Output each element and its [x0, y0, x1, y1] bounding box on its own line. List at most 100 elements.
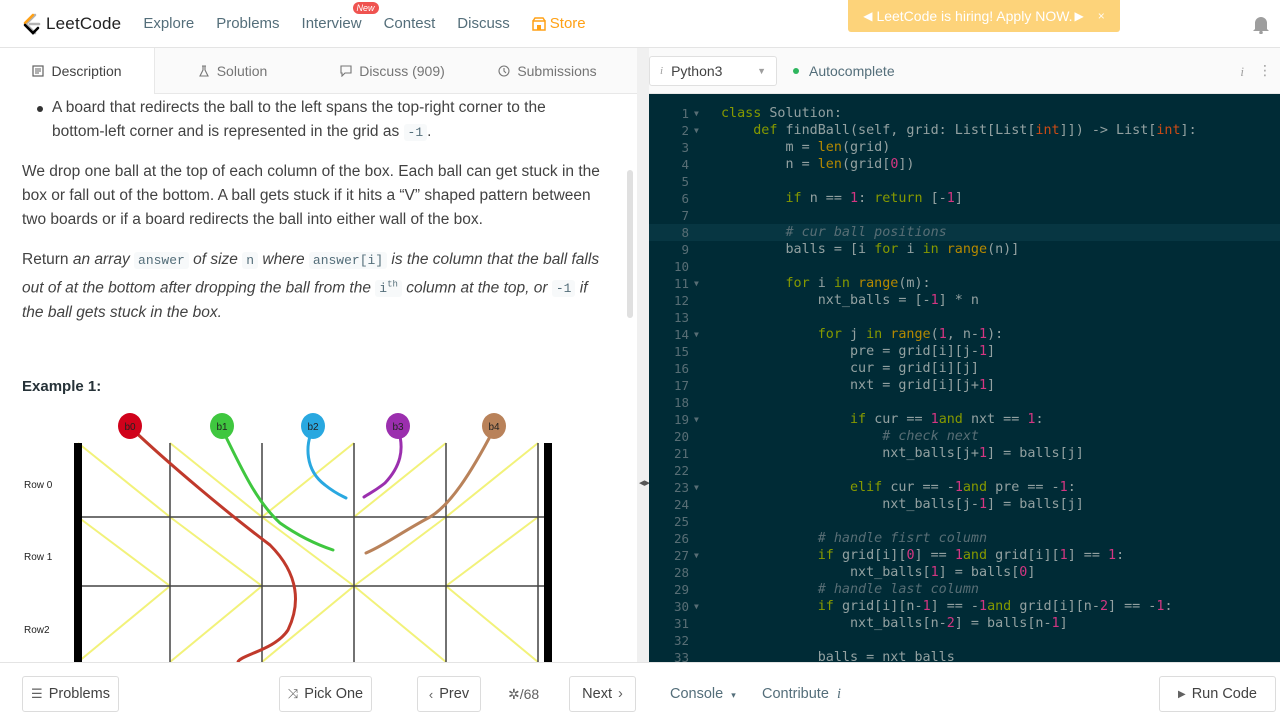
code-line[interactable]: 29 # handle last column: [649, 581, 1280, 598]
code-token: ]: [1059, 616, 1068, 631]
code-token: ] = balls[j]: [987, 497, 1084, 512]
editor-info-icon[interactable]: i: [1240, 64, 1244, 80]
tab-description[interactable]: Description: [0, 48, 155, 94]
code-token: cur == -: [890, 480, 955, 495]
problem-pager[interactable]: ✲/68: [508, 686, 539, 703]
hiring-banner[interactable]: ◀ LeetCode is hiring! Apply NOW. ▶ ×: [848, 0, 1120, 32]
code-line[interactable]: 30 ▼ if grid[i][n-1] == -1and grid[i][n-2…: [649, 598, 1280, 615]
board-line: [77, 516, 171, 587]
fold-arrow-icon[interactable]: ▼: [694, 275, 699, 292]
code-line[interactable]: 6 if n == 1: return [-1]: [649, 190, 1280, 207]
code-line[interactable]: 31 nxt_balls[n-2] = balls[n-1]: [649, 615, 1280, 632]
nav-contest[interactable]: Contest: [384, 15, 436, 32]
nav-problems[interactable]: Problems: [216, 15, 279, 32]
contribute-link[interactable]: Contribute i: [762, 686, 841, 703]
code-token: 1: [978, 497, 988, 512]
code-text: # check next: [721, 428, 979, 445]
problems-button[interactable]: ☰ Problems: [22, 676, 119, 712]
nav-explore[interactable]: Explore: [143, 15, 194, 32]
leetcode-logo[interactable]: LeetCode: [22, 13, 121, 35]
caret-down-icon: ▾: [731, 690, 736, 700]
console-toggle[interactable]: Console ▾: [670, 686, 736, 702]
code-line[interactable]: 22: [649, 462, 1280, 479]
code-line[interactable]: 4 n = len(grid[0]): [649, 156, 1280, 173]
code-line[interactable]: 10: [649, 258, 1280, 275]
nav-store[interactable]: Store: [532, 15, 586, 32]
code-text: # cur ball positions: [721, 224, 947, 241]
nav-discuss[interactable]: Discuss: [457, 15, 510, 32]
code-line[interactable]: 19 ▼ if cur == 1and nxt == 1:: [649, 411, 1280, 428]
code-line[interactable]: 16 cur = grid[i][j]: [649, 360, 1280, 377]
code-token: and: [938, 412, 971, 427]
code-token: def: [753, 123, 786, 138]
code-line[interactable]: 5: [649, 173, 1280, 190]
fold-arrow-icon[interactable]: ▼: [694, 326, 699, 343]
code-text: nxt_balls[1] = balls[0]: [721, 564, 1035, 581]
autocomplete-toggle[interactable]: Autocomplete: [793, 63, 895, 79]
banner-close-icon[interactable]: ×: [1098, 9, 1105, 23]
nav-interview[interactable]: Interview New: [302, 2, 379, 32]
run-code-button[interactable]: ▶ Run Code: [1159, 676, 1276, 712]
autocomplete-label: Autocomplete: [809, 62, 895, 79]
description-scrollbar[interactable]: [627, 170, 633, 318]
code-line[interactable]: 23 ▼ elif cur == -1and pre == -1:: [649, 479, 1280, 496]
code-token: i: [817, 276, 834, 291]
code-token: 1: [979, 327, 988, 342]
code-line[interactable]: 9 balls = [i for i in range(n)]: [649, 241, 1280, 258]
code-line[interactable]: 32: [649, 632, 1280, 649]
code-line[interactable]: 3 m = len(grid): [649, 139, 1280, 156]
language-select[interactable]: i Python3 ▼: [649, 55, 777, 86]
code-line[interactable]: 1 ▼ class Solution:: [649, 105, 1280, 122]
code-line[interactable]: 8 # cur ball positions: [649, 224, 1280, 241]
code-token: :: [1067, 480, 1076, 495]
code-line[interactable]: 14 ▼ for j in range(1, n-1):: [649, 326, 1280, 343]
code-token: 2: [946, 616, 955, 631]
code-line[interactable]: 26 # handle fisrt column: [649, 530, 1280, 547]
code-line[interactable]: 18: [649, 394, 1280, 411]
code-editor[interactable]: 1 ▼ class Solution: 2 ▼ def findBall(self, g…: [649, 94, 1280, 662]
notification-bell-icon[interactable]: [1252, 14, 1270, 34]
tab-submissions[interactable]: Submissions: [475, 48, 620, 94]
fold-arrow-icon[interactable]: ▼: [694, 479, 699, 496]
code-token: (n)]: [987, 242, 1020, 257]
brand-name: LeetCode: [46, 13, 122, 33]
more-options-icon[interactable]: ⋮: [1258, 62, 1272, 79]
fold-arrow-icon[interactable]: ▼: [694, 105, 699, 122]
code-line[interactable]: 2 ▼ def findBall(self, grid: List[List[in…: [649, 122, 1280, 139]
fold-arrow-icon[interactable]: ▼: [694, 547, 699, 564]
prev-button[interactable]: ‹ Prev: [417, 676, 481, 712]
megaphone-icon-right: ▶: [1074, 9, 1084, 23]
fold-arrow-icon[interactable]: ▼: [694, 122, 699, 139]
code-line[interactable]: 28 nxt_balls[1] = balls[0]: [649, 564, 1280, 581]
code-token: int: [1156, 123, 1181, 138]
code-token: nxt = grid[i][j+: [721, 378, 979, 393]
panel-resizer[interactable]: ◂▸: [637, 48, 650, 662]
code-line[interactable]: 11 ▼ for i in range(m):: [649, 275, 1280, 292]
list-item: A board that redirects the ball to the l…: [22, 96, 605, 145]
pick-one-button[interactable]: ⤨ Pick One: [279, 676, 372, 712]
code-lines: 1 ▼ class Solution: 2 ▼ def findBall(self, g…: [649, 94, 1280, 662]
code-line[interactable]: 27 ▼ if grid[i][0] == 1and grid[i][1] == …: [649, 547, 1280, 564]
code-line[interactable]: 15 pre = grid[i][j-1]: [649, 343, 1280, 360]
code-line[interactable]: 33 balls = nxt_balls: [649, 649, 1280, 662]
tab-description-label: Description: [51, 63, 122, 79]
code-line[interactable]: 12 nxt_balls = [-1] * n: [649, 292, 1280, 309]
code-line[interactable]: 24 nxt_balls[j-1] = balls[j]: [649, 496, 1280, 513]
code-line[interactable]: 13: [649, 309, 1280, 326]
code-token: range: [946, 242, 988, 257]
code-token: class: [721, 106, 770, 121]
tab-discuss[interactable]: Discuss (909): [310, 48, 475, 94]
code-line[interactable]: 7: [649, 207, 1280, 224]
fold-arrow-icon[interactable]: ▼: [694, 598, 699, 615]
code-token: if: [817, 599, 842, 614]
next-button[interactable]: Next ›: [569, 676, 636, 712]
code-line[interactable]: 21 nxt_balls[j+1] = balls[j]: [649, 445, 1280, 462]
code-token: 1: [1051, 616, 1060, 631]
code-token: in: [922, 242, 947, 257]
tab-solution[interactable]: Solution: [155, 48, 310, 94]
code-line[interactable]: 17 nxt = grid[i][j+1]: [649, 377, 1280, 394]
code-line[interactable]: 25: [649, 513, 1280, 530]
fold-arrow-icon[interactable]: ▼: [694, 411, 699, 428]
code-token: int: [1035, 123, 1060, 138]
code-line[interactable]: 20 # check next: [649, 428, 1280, 445]
